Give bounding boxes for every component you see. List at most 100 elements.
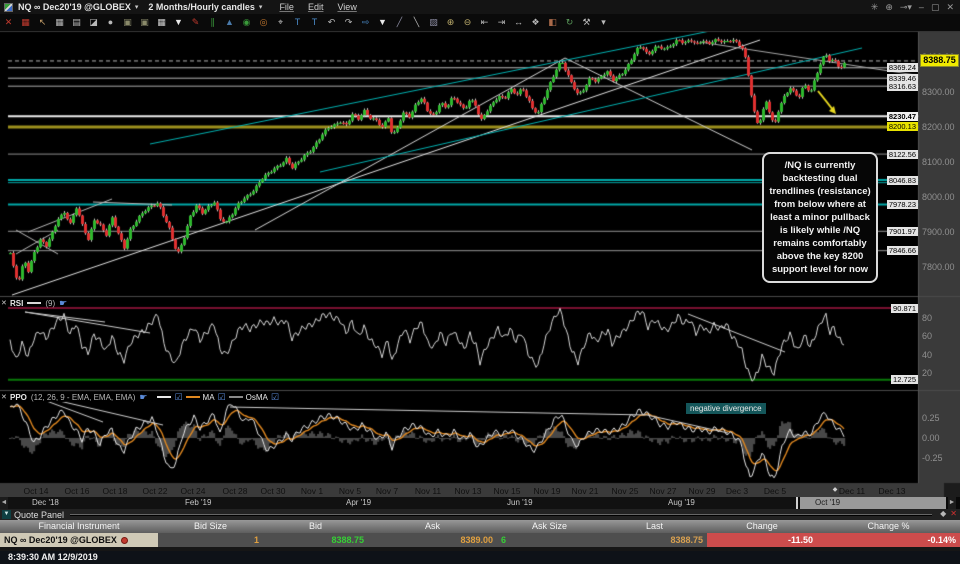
dropdown2-icon[interactable]: ▼ [376, 16, 389, 29]
date-tick: Nov 15 [493, 486, 521, 496]
draw-line-icon[interactable]: ✎ [189, 16, 202, 29]
redo-icon[interactable]: ↷ [342, 16, 355, 29]
ppo-legend-checkbox[interactable]: ☑ [218, 392, 226, 403]
quote-ask[interactable]: 8389.00 [368, 533, 497, 547]
palette-icon[interactable]: ◧ [546, 16, 559, 29]
window-titlebar: NQ ∞ Dec20'19 @GLOBEX ▾ 2 Months/Hourly … [0, 0, 960, 14]
trendline2-icon[interactable]: ╲ [410, 16, 423, 29]
menu-edit[interactable]: Edit [308, 2, 324, 12]
price-tick: 8200.00 [922, 122, 955, 132]
quote-instrument[interactable]: NQ ∞ Dec20'19 @GLOBEX [0, 533, 158, 547]
quote-close-icon[interactable]: ✕ [950, 509, 957, 518]
date-tick: Nov 1 [300, 486, 324, 496]
quote-bid-size[interactable]: 1 [158, 533, 263, 547]
crosshair-icon[interactable]: ⌖ [274, 16, 287, 29]
quote-collapse-icon[interactable]: ▼ [2, 510, 11, 519]
quote-ask-size[interactable]: 6 [497, 533, 602, 547]
scroll-left-icon[interactable]: ◄ [0, 497, 8, 509]
menu-file[interactable]: File [279, 2, 294, 12]
text-tool2-icon[interactable]: T [308, 16, 321, 29]
settings-icon[interactable]: ✳ [871, 2, 879, 13]
ppo-tick: 0.25 [922, 413, 940, 423]
zoom-in-icon[interactable]: ⊕ [444, 16, 457, 29]
quote-panel-icons: ◆ ✕ [940, 509, 957, 518]
date-tick: Nov 11 [414, 486, 442, 496]
target-icon[interactable]: ◎ [257, 16, 270, 29]
bar-left-icon[interactable]: ⇤ [478, 16, 491, 29]
timeframe-label[interactable]: 2 Months/Hourly candles [148, 2, 255, 12]
date-tick: Nov 19 [533, 486, 561, 496]
minimize-icon[interactable]: – [919, 2, 924, 12]
quote-table-row[interactable]: NQ ∞ Dec20'19 @GLOBEX 1 8388.75 8389.00 6 838… [0, 533, 960, 547]
close-icon[interactable]: ✕ [946, 2, 954, 13]
multiline-icon[interactable]: ▨ [427, 16, 440, 29]
ppo-legend: ☑ MA ☑ OsMA ☑ [157, 392, 279, 403]
bar-expand-icon[interactable]: ↔ [512, 16, 525, 29]
link-icon[interactable]: ⊕ [885, 2, 893, 13]
quote-change[interactable]: -11.50 [707, 533, 817, 547]
divergence-label[interactable]: negative divergence [686, 403, 766, 414]
ppo-close-icon[interactable]: ✕ [1, 393, 8, 401]
date-tick: Nov 7 [375, 486, 399, 496]
refresh-icon[interactable]: ↻ [563, 16, 576, 29]
clock-label: 8:39:30 AM 12/9/2019 [8, 552, 98, 562]
text-tool-icon[interactable]: T [291, 16, 304, 29]
rsi-title[interactable]: RSI [10, 299, 23, 308]
print-icon[interactable]: ▤ [70, 16, 83, 29]
undo-icon[interactable]: ↶ [325, 16, 338, 29]
wrench-icon[interactable]: ⚒ [580, 16, 593, 29]
maximize-icon[interactable]: ▢ [931, 2, 940, 13]
image2-icon[interactable]: ▣ [138, 16, 151, 29]
circle-tool-icon[interactable]: ● [104, 16, 117, 29]
quote-col-header: Last [645, 521, 663, 531]
grid-icon[interactable]: ▦ [53, 16, 66, 29]
ppo-legend-checkbox[interactable]: ☑ [271, 392, 279, 403]
pointer-tool-icon[interactable]: ↖ [36, 16, 49, 29]
quote-bid[interactable]: 8388.75 [263, 533, 368, 547]
scroll-right-icon[interactable]: ► [948, 497, 956, 509]
zoom-out-icon[interactable]: ⊖ [461, 16, 474, 29]
rsi-close-icon[interactable]: ✕ [1, 299, 8, 307]
symbol-label[interactable]: NQ ∞ Dec20'19 @GLOBEX [18, 2, 131, 12]
quote-change-pct[interactable]: -0.14% [817, 533, 960, 547]
eraser-icon[interactable]: ◪ [87, 16, 100, 29]
ppo-legend-checkbox[interactable]: ☑ [174, 392, 182, 403]
ppo-tick: -0.25 [922, 453, 943, 463]
candles-icon[interactable]: ∥ [206, 16, 219, 29]
chartbook-icon[interactable]: ▦ [19, 16, 32, 29]
bar-spacing-icon[interactable]: ❖ [529, 16, 542, 29]
quote-col-header: Change % [867, 521, 910, 531]
speaker-icon[interactable]: ◆ [940, 509, 946, 518]
date-tick: Nov 29 [688, 486, 716, 496]
layout-icon[interactable]: ▦ [155, 16, 168, 29]
chart-window: NQ ∞ Dec20'19 @GLOBEX ▾ 2 Months/Hourly … [0, 0, 960, 564]
dropdown3-icon[interactable]: ▾ [597, 16, 610, 29]
quote-panel-title: Quote Panel [14, 509, 65, 520]
annotation-note[interactable]: /NQ is currently backtesting dual trendl… [762, 152, 878, 283]
dropdown-icon[interactable]: ▼ [172, 16, 185, 29]
ppo-pointer-icon[interactable]: ☛ [139, 392, 147, 403]
ppo-legend-line [157, 396, 172, 398]
bar-right-icon[interactable]: ⇥ [495, 16, 508, 29]
date-tick: Nov 13 [454, 486, 482, 496]
timeframe-dropdown-icon[interactable]: ▾ [259, 3, 263, 11]
sphere-icon[interactable]: ◉ [240, 16, 253, 29]
ppo-title[interactable]: PPO [10, 393, 27, 402]
date-tick: Oct 24 [180, 486, 206, 496]
trendline-icon[interactable]: ╱ [393, 16, 406, 29]
date-tick: Dec 3 [725, 486, 749, 496]
chart-scrollbar[interactable]: ◄ Oct '19 ► Dec '18 Feb '19 Apr '19 Jun '19… [0, 497, 960, 509]
close-chart-icon[interactable]: ✕ [2, 16, 15, 29]
ppo-legend-label: OsMA [245, 392, 268, 402]
rsi-pointer-icon[interactable]: ☛ [59, 298, 67, 309]
quote-last[interactable]: 8388.75 [602, 533, 707, 547]
forward-icon[interactable]: ⇨ [359, 16, 372, 29]
rsi-param[interactable]: (9) [45, 299, 55, 308]
pin-icon[interactable]: ⊸▾ [900, 2, 912, 13]
triangle-icon[interactable]: ▲ [223, 16, 236, 29]
ppo-params[interactable]: (12, 26, 9 - EMA, EMA, EMA) [31, 393, 135, 402]
menu-view[interactable]: View [337, 2, 356, 12]
symbol-dropdown-icon[interactable]: ▾ [135, 3, 139, 11]
level-chip: 90.871 [891, 303, 918, 313]
image-icon[interactable]: ▣ [121, 16, 134, 29]
